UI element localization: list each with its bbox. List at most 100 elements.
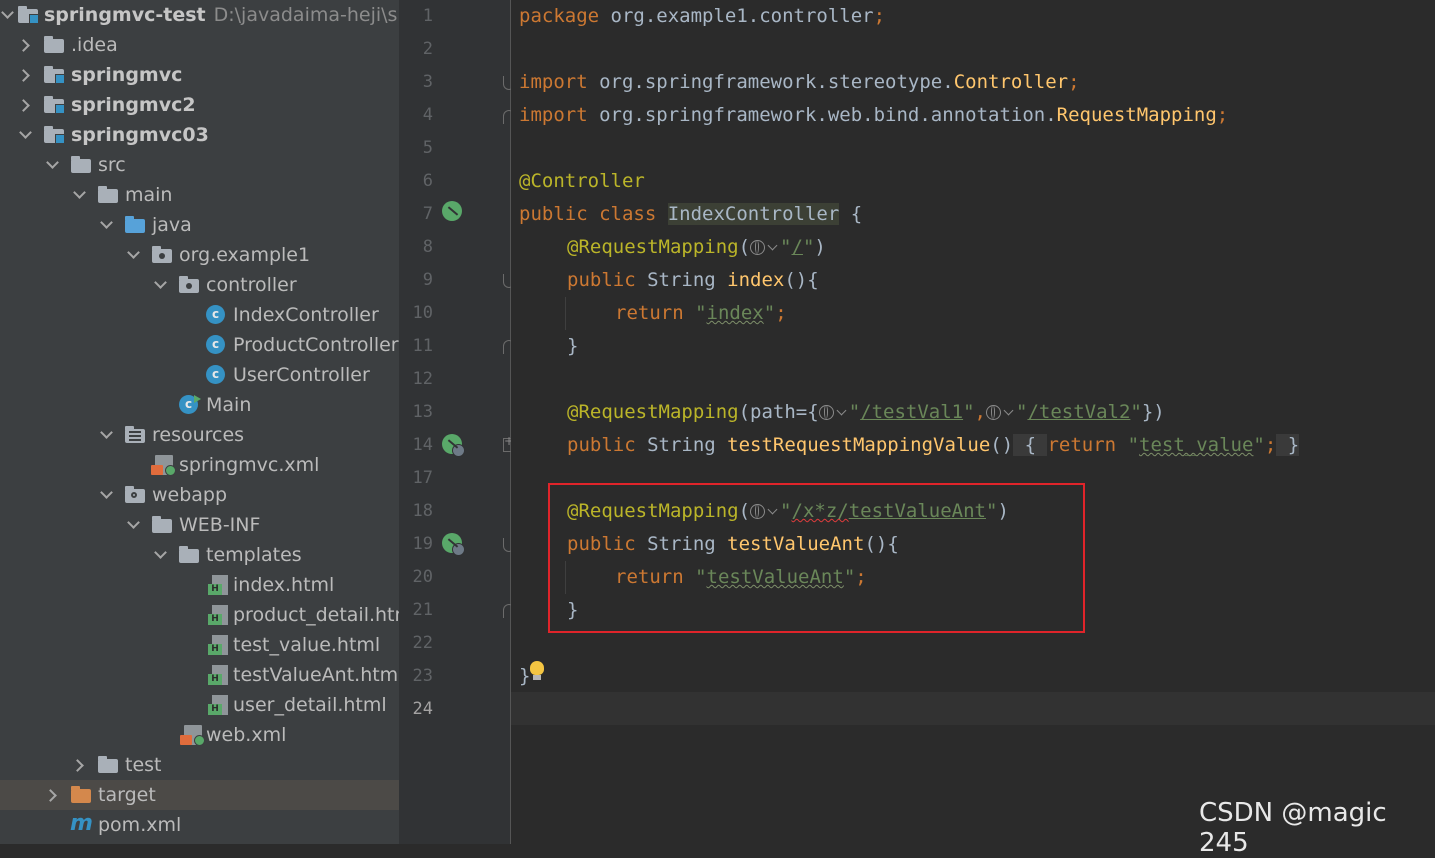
chevron-right-icon[interactable] — [45, 780, 59, 810]
chevron-down-icon[interactable] — [767, 240, 778, 251]
html-file-icon — [208, 575, 228, 595]
maven-icon: m — [70, 811, 93, 836]
html-file-icon — [208, 695, 228, 715]
line-number: 7 — [422, 204, 433, 224]
tree-item-index-html[interactable]: index.html — [0, 570, 399, 600]
class-icon: c — [206, 365, 225, 384]
tree-item-main[interactable]: main — [0, 180, 399, 210]
code-line-4: import org.springframework.web.bind.anno… — [519, 104, 1229, 126]
chevron-down-icon[interactable] — [836, 405, 847, 416]
tree-item-test-value-html[interactable]: test_value.html — [0, 630, 399, 660]
tree-item-label: templates — [206, 544, 302, 566]
chevron-right-icon[interactable] — [18, 90, 32, 120]
tree-item-label: testValueAnt.html — [233, 664, 399, 686]
globe-icon[interactable] — [818, 405, 834, 420]
chevron-down-icon[interactable] — [99, 480, 113, 510]
code-line-9: public String index(){ — [567, 269, 819, 291]
tree-item-label: WEB-INF — [179, 514, 261, 536]
tree-item-web-inf[interactable]: WEB-INF — [0, 510, 399, 540]
tree-item-springmvc[interactable]: springmvc — [0, 60, 399, 90]
tree-item-webapp[interactable]: webapp — [0, 480, 399, 510]
chevron-down-icon[interactable] — [126, 510, 140, 540]
chevron-down-icon[interactable] — [126, 240, 140, 270]
chevron-down-icon[interactable] — [1003, 405, 1014, 416]
chevron-down-icon[interactable] — [99, 210, 113, 240]
chevron-down-icon[interactable] — [0, 0, 14, 30]
tree-item-label: springmvc — [71, 64, 183, 86]
editor-gutter[interactable]: 1 2 3 4 5 6 7 8 9 10 11 12 13 14 17 18 1… — [399, 0, 511, 844]
code-line-10: return "index"; — [615, 302, 787, 324]
lightbulb-icon[interactable] — [530, 661, 544, 680]
chevron-down-icon[interactable] — [18, 120, 32, 150]
tree-item-pom-xml[interactable]: m pom.xml — [0, 810, 399, 840]
current-line-highlight — [511, 692, 1435, 725]
line-number: 4 — [422, 105, 433, 125]
tree-item-label: product_detail.htm — [233, 604, 399, 626]
tree-item-user-detail-html[interactable]: user_detail.html — [0, 690, 399, 720]
line-number: 21 — [412, 600, 433, 620]
line-number: 19 — [412, 534, 433, 554]
watermark: CSDN @magic 245 — [1199, 798, 1387, 858]
tree-item-org-example1[interactable]: org.example1 — [0, 240, 399, 270]
annotation-highlight-box — [548, 483, 1085, 633]
tree-item-test[interactable]: test — [0, 750, 399, 780]
code-line-3: import org.springframework.stereotype.Co… — [519, 71, 1080, 93]
tree-item-index-controller[interactable]: c IndexController — [0, 300, 399, 330]
tree-item-target[interactable]: target — [0, 780, 399, 810]
tree-item-test-value-ant-html[interactable]: testValueAnt.html — [0, 660, 399, 690]
tree-item-java[interactable]: java — [0, 210, 399, 240]
package-icon — [179, 276, 199, 293]
tree-item-web-xml[interactable]: web.xml — [0, 720, 399, 750]
chevron-down-icon[interactable] — [153, 270, 167, 300]
line-number: 23 — [412, 666, 433, 686]
tree-item-label: target — [98, 784, 156, 806]
tree-item-label: .idea — [71, 34, 118, 56]
chevron-down-icon[interactable] — [153, 540, 167, 570]
tree-item-springmvc2[interactable]: springmvc2 — [0, 90, 399, 120]
line-number: 22 — [412, 633, 433, 653]
code-line-6: @Controller — [519, 170, 645, 192]
web-folder-icon — [125, 486, 145, 503]
tree-item-label: IndexController — [233, 304, 379, 326]
class-icon: c — [206, 335, 225, 354]
tree-item-src[interactable]: src — [0, 150, 399, 180]
line-number: 14 — [412, 435, 433, 455]
tree-item-root[interactable]: springmvc-test D:\javadaima-heji\spring — [0, 0, 399, 30]
tree-item-idea[interactable]: .idea — [0, 30, 399, 60]
code-line-23: } — [519, 665, 531, 687]
line-number: 18 — [412, 501, 433, 521]
chevron-right-icon[interactable] — [18, 60, 32, 90]
html-file-icon — [208, 665, 228, 685]
spring-web-endpoint-icon[interactable] — [442, 434, 465, 457]
globe-icon[interactable] — [750, 240, 766, 255]
spring-bean-icon[interactable] — [442, 201, 462, 221]
chevron-down-icon[interactable] — [45, 150, 59, 180]
globe-icon[interactable] — [986, 405, 1001, 420]
tree-item-label: springmvc2 — [71, 94, 196, 116]
spring-web-endpoint-icon[interactable] — [442, 533, 465, 556]
tree-item-label: ProductController — [233, 334, 399, 356]
line-number: 13 — [412, 402, 433, 422]
tree-item-label: src — [98, 154, 126, 176]
tree-item-resources[interactable]: resources — [0, 420, 399, 450]
tree-item-label: org.example1 — [179, 244, 311, 266]
tree-item-label: UserController — [233, 364, 370, 386]
tree-item-label: test — [125, 754, 162, 776]
tree-item-templates[interactable]: templates — [0, 540, 399, 570]
chevron-down-icon[interactable] — [99, 420, 113, 450]
class-icon: c — [206, 305, 225, 324]
tree-item-springmvc03[interactable]: springmvc03 — [0, 120, 399, 150]
tree-item-user-controller[interactable]: c UserController — [0, 360, 399, 390]
tree-item-product-detail-html[interactable]: product_detail.htm — [0, 600, 399, 630]
tree-item-controller[interactable]: controller — [0, 270, 399, 300]
code-line-11: } — [567, 335, 579, 357]
chevron-down-icon[interactable] — [72, 180, 86, 210]
tree-item-label: springmvc03 — [71, 124, 209, 146]
tree-item-springmvc-xml[interactable]: springmvc.xml — [0, 450, 399, 480]
tree-item-main-class[interactable]: c Main — [0, 390, 399, 420]
chevron-right-icon[interactable] — [72, 750, 86, 780]
tree-item-product-controller[interactable]: c ProductController — [0, 330, 399, 360]
line-number: 10 — [412, 303, 433, 323]
chevron-right-icon[interactable] — [18, 30, 32, 60]
line-number: 8 — [422, 237, 433, 257]
